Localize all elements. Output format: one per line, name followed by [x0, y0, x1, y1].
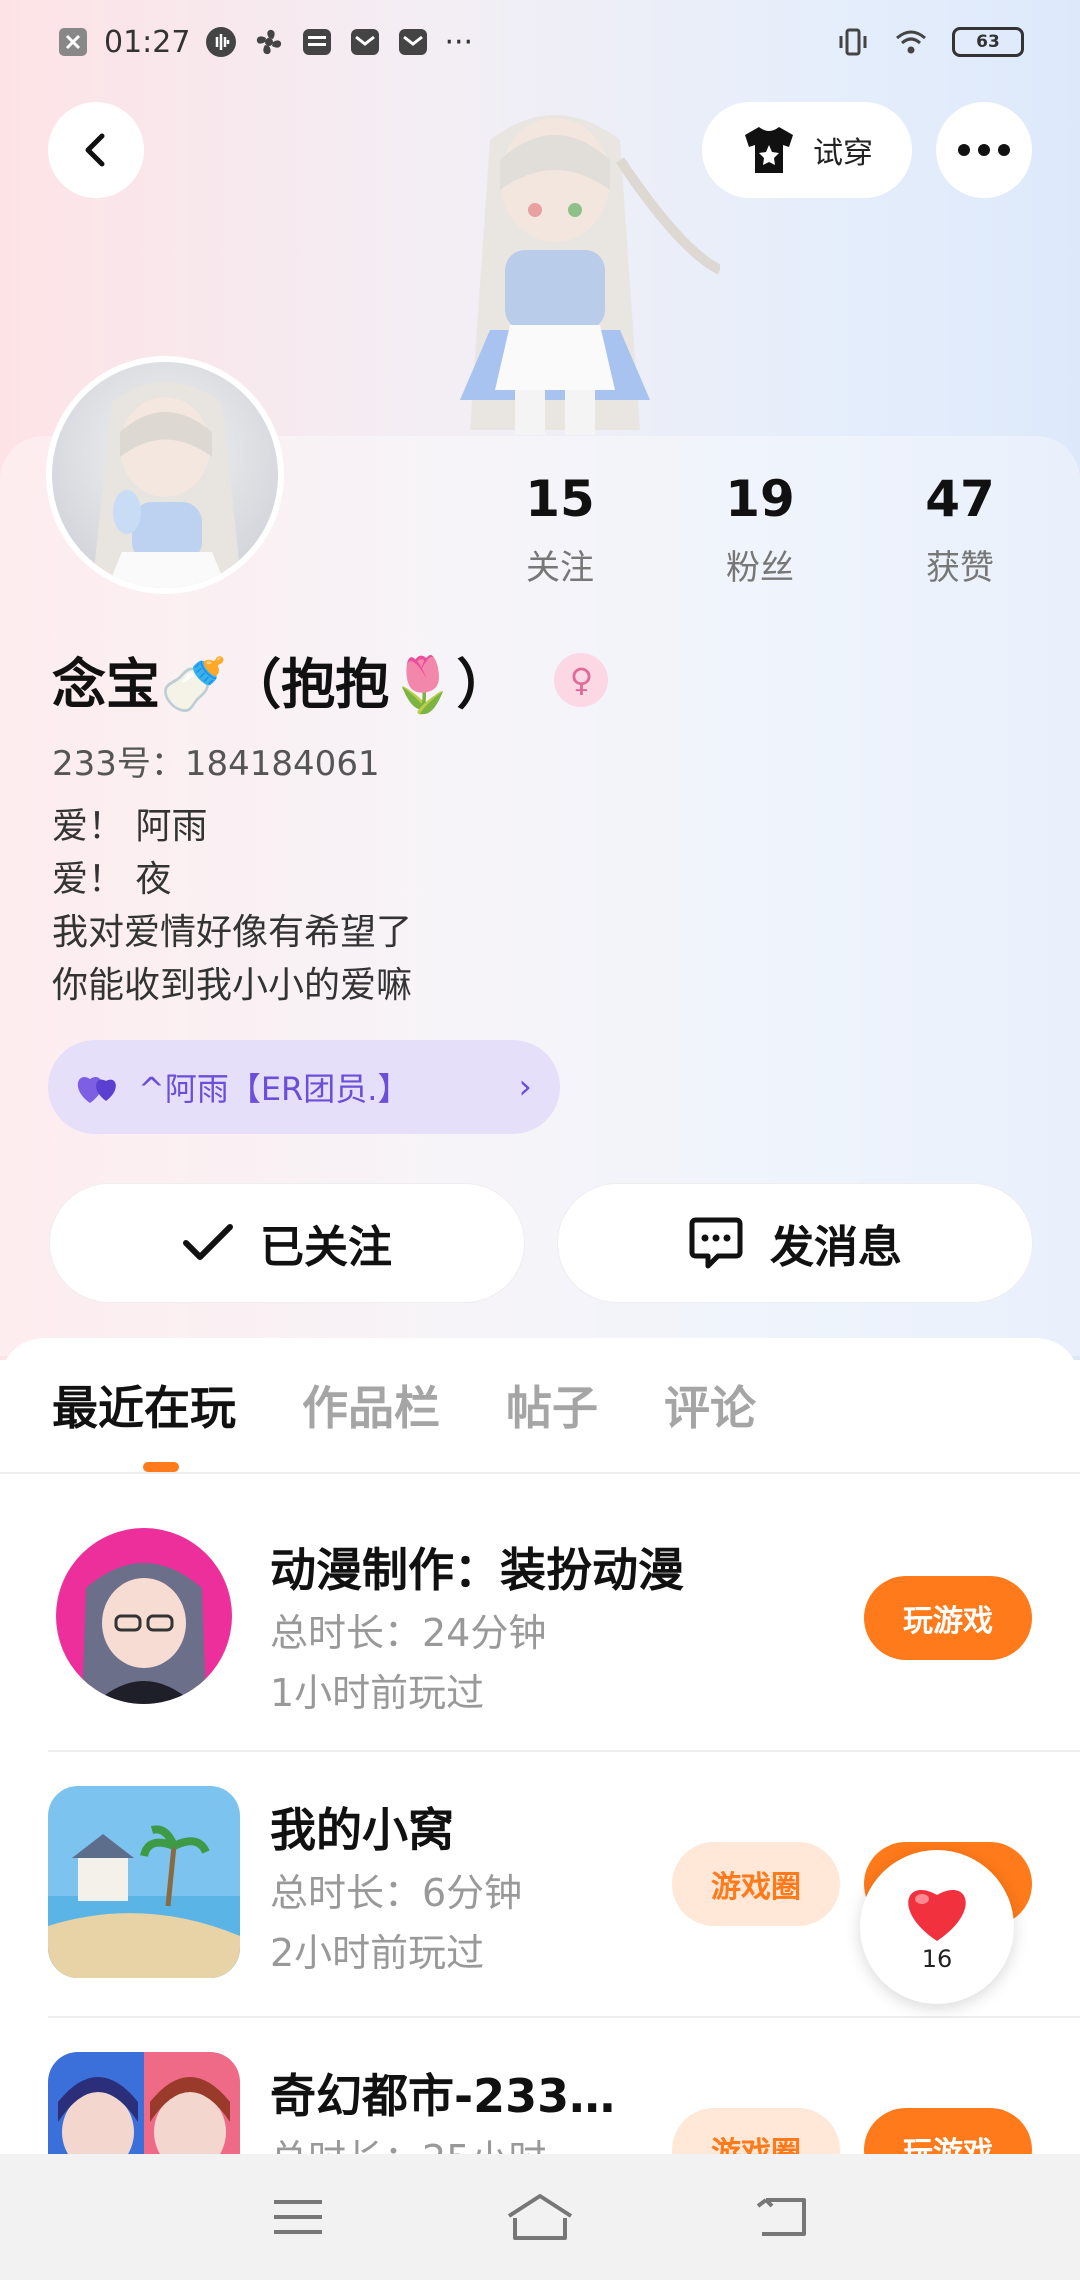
game-list-item[interactable]: 动漫制作：装扮动漫 总时长：24分钟 1小时前玩过 玩游戏	[48, 1526, 1032, 1716]
stat-followers[interactable]: 19 粉丝	[660, 470, 860, 589]
nickname-text: 念宝🍼（抱抱🌷）	[52, 653, 511, 716]
avatar-character-illustration	[460, 115, 720, 435]
status-bar: 01:27 ··· 63	[0, 0, 1080, 84]
gender-symbol: ♀	[569, 660, 594, 699]
group-chip[interactable]: ^阿雨【ER团员.】 ›	[48, 1040, 560, 1134]
female-gender-icon: ♀	[554, 652, 609, 707]
back-button[interactable]	[48, 102, 144, 198]
row-divider	[48, 1750, 1080, 1752]
send-message-label: 发消息	[770, 1222, 902, 1273]
tab-comments[interactable]: 评论	[664, 1372, 756, 1438]
game-icon-my-nest	[48, 1786, 240, 1978]
row-divider	[48, 2016, 1080, 2018]
game-circle-button[interactable]: 游戏圈	[672, 1842, 840, 1926]
voice-notification-icon	[206, 27, 237, 57]
bio-line: 爱！ 阿雨	[52, 806, 208, 847]
battery-level: 63	[976, 32, 1000, 52]
status-time: 01:27	[104, 24, 191, 60]
follow-button-label: 已关注	[260, 1222, 392, 1273]
game-title: 奇幻都市-233…	[270, 2069, 616, 2123]
mail-app-icon	[351, 29, 380, 55]
status-more-dots: ···	[444, 24, 474, 60]
stat-following-count: 15	[525, 470, 595, 528]
wifi-icon	[896, 30, 926, 54]
game-title: 我的小窝	[270, 1803, 454, 1857]
card-app-icon	[303, 29, 332, 55]
try-on-button[interactable]: 试穿	[702, 102, 912, 198]
game-icon-anime-maker	[56, 1528, 232, 1704]
user-nickname: 念宝🍼（抱抱🌷） ♀	[52, 640, 609, 719]
stat-likes-label: 获赞	[926, 548, 994, 588]
battery-indicator: 63	[952, 27, 1024, 57]
game-title: 动漫制作：装扮动漫	[270, 1543, 684, 1597]
stat-following-label: 关注	[526, 548, 594, 588]
vibrate-icon	[839, 28, 867, 56]
mail-app-icon-2	[399, 29, 428, 55]
content-card	[0, 1338, 1080, 2158]
profile-tabs: 最近在玩 作品栏 帖子 评论	[52, 1372, 756, 1438]
try-on-label: 试穿	[813, 136, 873, 171]
stat-likes-count: 47	[925, 470, 995, 528]
stat-followers-label: 粉丝	[726, 548, 794, 588]
chevron-left-icon	[85, 133, 105, 167]
bio-line: 你能收到我小小的爱嘛	[52, 965, 413, 1006]
like-count: 16	[921, 1945, 953, 1973]
tabs-divider	[0, 1472, 1080, 1474]
group-chip-label: ^阿雨【ER团员.】	[138, 1070, 410, 1108]
tab-works[interactable]: 作品栏	[302, 1372, 440, 1438]
tshirt-icon	[745, 127, 793, 173]
tab-recently-played[interactable]: 最近在玩	[52, 1372, 236, 1438]
chat-bubble-icon	[689, 1217, 743, 1269]
game-last-played: 1小时前玩过	[270, 1671, 485, 1715]
floating-like-button[interactable]: 16	[860, 1850, 1014, 2004]
game-duration: 总时长：6分钟	[270, 1871, 523, 1915]
avatar-portrait-illustration	[92, 382, 242, 588]
follow-button[interactable]: 已关注	[50, 1184, 524, 1302]
more-options-button[interactable]	[936, 102, 1032, 198]
beach-house-thumbnail	[48, 1786, 240, 1978]
checkmark-icon	[183, 1224, 233, 1260]
user-bio: 爱！ 阿雨 爱！ 夜 我对爱情好像有希望了 你能收到我小小的爱嘛	[52, 800, 412, 1012]
user-id: 233号：184184061	[52, 744, 380, 784]
tab-posts[interactable]: 帖子	[506, 1372, 598, 1438]
stat-followers-count: 19	[725, 470, 795, 528]
user-avatar[interactable]	[46, 356, 284, 594]
more-dots-icon	[958, 144, 1010, 156]
back-nav-icon[interactable]	[752, 2192, 812, 2242]
stat-following[interactable]: 15 关注	[460, 470, 660, 589]
double-heart-icon	[77, 1077, 116, 1103]
game-duration: 总时长：24分钟	[270, 1611, 547, 1655]
chevron-right-icon: ›	[518, 1067, 532, 1107]
fan-app-icon	[257, 29, 282, 55]
anime-character-thumbnail	[56, 1528, 232, 1704]
profile-stats: 15 关注 19 粉丝 47 获赞	[460, 470, 1060, 589]
notification-close-icon	[59, 28, 87, 56]
play-game-button[interactable]: 玩游戏	[864, 1576, 1032, 1660]
stat-likes[interactable]: 47 获赞	[860, 470, 1060, 589]
bio-line: 爱！ 夜	[52, 859, 172, 900]
game-last-played: 2小时前玩过	[270, 1931, 485, 1975]
avatar-image	[52, 362, 278, 588]
send-message-button[interactable]: 发消息	[558, 1184, 1032, 1302]
active-tab-indicator	[143, 1462, 179, 1472]
heart-icon	[908, 1889, 966, 1941]
system-navigation-bar	[0, 2154, 1080, 2280]
home-icon[interactable]	[505, 2192, 575, 2242]
bio-line: 我对爱情好像有希望了	[52, 912, 413, 953]
menu-icon[interactable]	[268, 2192, 328, 2242]
